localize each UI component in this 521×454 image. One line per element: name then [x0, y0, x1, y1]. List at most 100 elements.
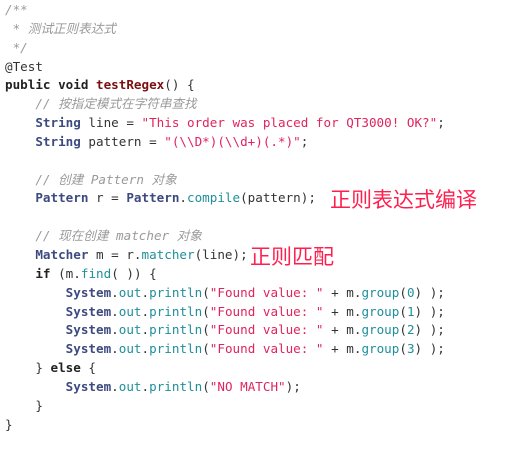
code-token: ( [399, 341, 407, 357]
code-line: System.out.println("Found value: " + m.g… [5, 284, 445, 303]
code-token: . [111, 341, 119, 357]
code-token: else [50, 360, 81, 376]
code-token: . [141, 303, 150, 319]
code-token: + m. [323, 341, 362, 357]
code-token: compile [187, 190, 241, 206]
code-token: ( [399, 322, 407, 338]
code-line: // 现在创建 matcher 对象 [5, 227, 445, 246]
code-token: String [35, 133, 81, 149]
code-token: ( [202, 303, 210, 319]
code-token: pattern = [80, 133, 165, 149]
code-token: + m. [323, 303, 362, 319]
code-token: testRegex [96, 77, 165, 93]
code-line: } else { [5, 359, 445, 378]
code-token: { [80, 360, 97, 376]
code-token: ( [202, 341, 210, 357]
code-token: . [141, 378, 150, 394]
code-token: } [5, 360, 51, 376]
code-token: Pattern [35, 190, 89, 206]
code-token: . [179, 190, 188, 206]
code-token: public void [5, 77, 96, 93]
code-token: r = [88, 190, 127, 206]
code-token: // 按指定模式在字符串查找 [5, 96, 197, 112]
code-line: String pattern = "(\\D*)(\\d+)(.*)"; [5, 133, 445, 152]
code-token: find [80, 265, 112, 281]
code-token: out [118, 341, 142, 357]
code-token: "Found value: " [209, 322, 324, 338]
code-line: if (m.find( )) { [5, 265, 445, 284]
code-token: out [118, 303, 142, 319]
code-token: group [361, 303, 400, 319]
code-token: . [141, 284, 150, 300]
code-token: } [5, 416, 13, 432]
code-token: "Found value: " [209, 303, 324, 319]
code-token: println [149, 303, 203, 319]
code-token: /** [5, 2, 28, 17]
annotation-match: 正则匹配 [250, 245, 334, 269]
code-token: . [141, 322, 150, 338]
code-token: ) ); [414, 341, 445, 357]
code-token: group [361, 284, 400, 300]
code-token: Pattern [126, 190, 180, 206]
code-token: System [65, 378, 112, 394]
code-token: ) ); [414, 303, 445, 319]
code-token: (m. [50, 265, 81, 281]
code-token: ) ); [414, 284, 445, 300]
code-token: ); [285, 378, 301, 394]
code-token: . [111, 378, 119, 394]
code-token: + m. [323, 284, 362, 300]
code-token: group [361, 341, 400, 357]
code-token: println [149, 341, 203, 357]
code-line: // 按指定模式在字符串查找 [5, 95, 445, 114]
code-token: ; [300, 133, 309, 149]
code-token: . [141, 341, 150, 357]
code-token: line = [80, 115, 142, 131]
code-token: ( [202, 284, 210, 300]
code-token: // 创建 Pattern 对象 [5, 171, 177, 187]
code-token: . [111, 284, 119, 300]
code-token: () { [164, 77, 195, 93]
code-token: String [35, 115, 81, 131]
code-line: System.out.println("Found value: " + m.g… [5, 321, 445, 340]
code-line: @Test [5, 58, 445, 77]
code-token: "Found value: " [209, 284, 324, 300]
code-line: public void testRegex() { [5, 76, 445, 95]
code-token: out [118, 322, 142, 338]
code-token: System [65, 322, 112, 338]
code-line: } [5, 397, 445, 416]
code-token: @Test [5, 58, 43, 74]
code-token: // 现在创建 matcher 对象 [5, 228, 202, 244]
code-line: System.out.println("Found value: " + m.g… [5, 303, 445, 322]
code-token: + m. [323, 322, 362, 338]
code-token: ( [202, 378, 210, 394]
code-token: ( [202, 322, 210, 338]
code-token: ) ); [414, 322, 445, 338]
code-token: "This order was placed for QT3000! OK?" [141, 115, 438, 131]
code-line: Matcher m = r.matcher(line); [5, 246, 445, 265]
code-token: "NO MATCH" [209, 378, 286, 394]
code-line: // 创建 Pattern 对象 [5, 171, 445, 190]
code-token: println [149, 284, 203, 300]
code-token: (pattern); [240, 190, 316, 206]
code-token: 3 [406, 341, 415, 357]
code-token: ( )) { [111, 265, 157, 281]
code-token: m = r. [88, 246, 142, 262]
code-token: ; [437, 115, 445, 131]
code-token: . [111, 303, 119, 319]
code-editor[interactable]: /** * 测试正则表达式 */ @Test public void testReg… [5, 1, 445, 434]
code-token: "Found value: " [209, 341, 324, 357]
code-token: System [65, 303, 112, 319]
code-token: System [65, 341, 112, 357]
code-token: if [35, 265, 51, 281]
code-token: 0 [406, 284, 415, 300]
code-line: /** [5, 1, 445, 20]
code-token: ( [399, 303, 407, 319]
